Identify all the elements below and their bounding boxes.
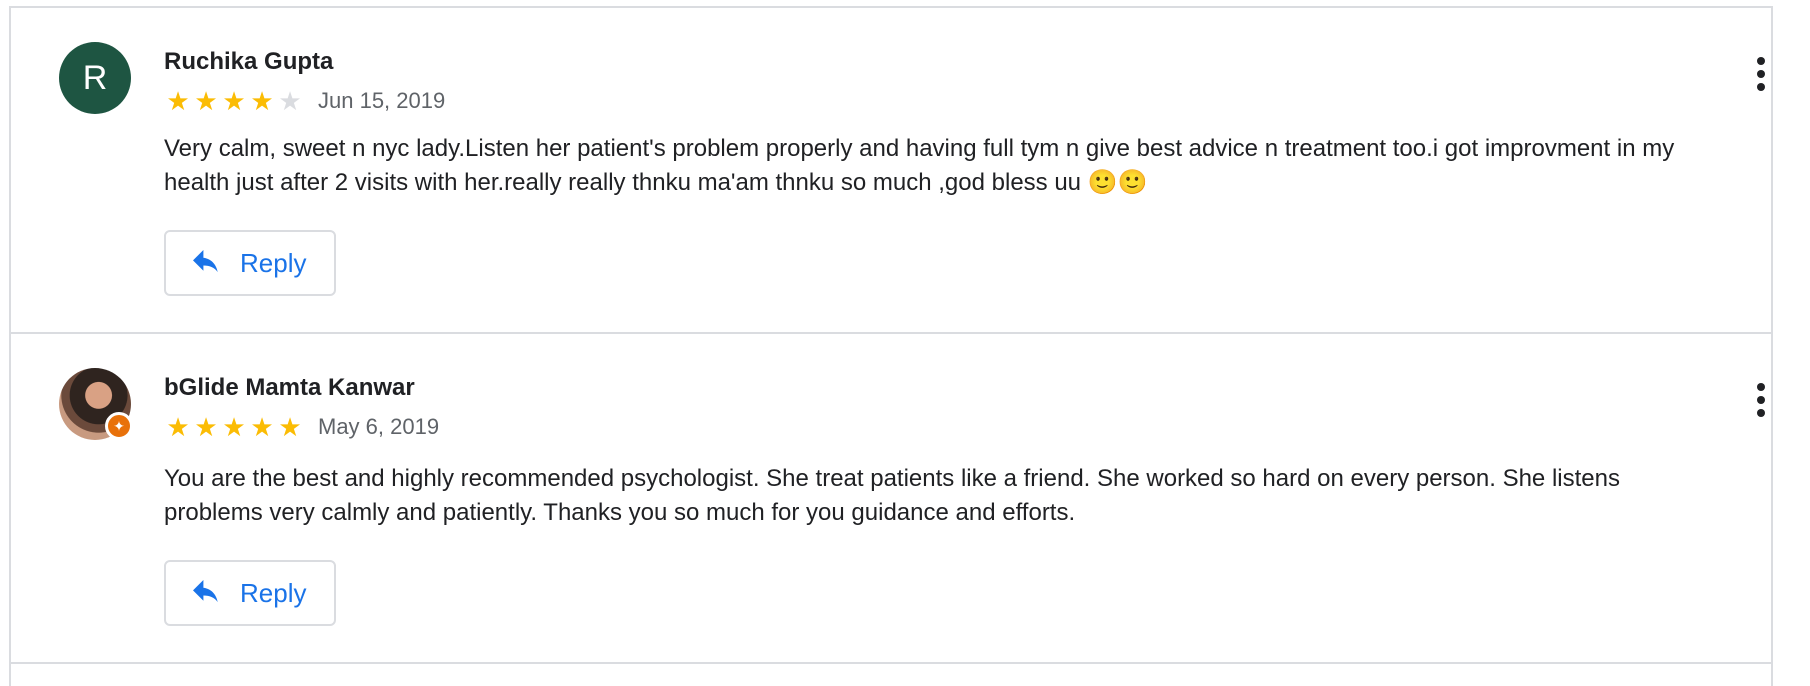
- review-date: May 6, 2019: [318, 414, 440, 439]
- reply-label: Reply: [240, 247, 307, 278]
- reply-button[interactable]: Reply: [164, 230, 336, 296]
- rating-row: ★ ★ ★ ★ ★ May 6, 2019: [164, 412, 439, 442]
- star-filled-icon: ★: [222, 412, 246, 442]
- reply-button[interactable]: Reply: [164, 560, 336, 626]
- more-vert-icon[interactable]: [1743, 374, 1779, 426]
- star-filled-icon: ★: [166, 412, 190, 442]
- star-filled-icon: ★: [250, 86, 274, 116]
- review-author[interactable]: Ruchika Gupta: [164, 48, 333, 76]
- local-guide-badge-icon: ✦: [105, 412, 133, 440]
- reply-icon: [193, 580, 218, 603]
- review-text: Very calm, sweet n nyc lady.Listen her p…: [164, 135, 1675, 196]
- review-card: ✦ bGlide Mamta Kanwar ★ ★ ★ ★ ★ May 6, 2…: [11, 334, 1771, 664]
- more-vert-icon[interactable]: [1743, 48, 1779, 100]
- star-filled-icon: ★: [278, 412, 302, 442]
- avatar[interactable]: R: [59, 42, 131, 114]
- reviews-panel: R Ruchika Gupta ★ ★ ★ ★ ★ Jun 15, 2019 V…: [9, 6, 1773, 686]
- star-filled-icon: ★: [166, 86, 190, 116]
- review-date: Jun 15, 2019: [318, 88, 446, 113]
- review-card: R Ruchika Gupta ★ ★ ★ ★ ★ Jun 15, 2019 V…: [11, 8, 1771, 334]
- reply-label: Reply: [240, 577, 307, 608]
- star-filled-icon: ★: [194, 86, 218, 116]
- star-filled-icon: ★: [194, 412, 218, 442]
- reply-icon: [193, 250, 218, 273]
- star-empty-icon: ★: [278, 86, 302, 116]
- star-filled-icon: ★: [222, 86, 246, 116]
- rating-row: ★ ★ ★ ★ ★ Jun 15, 2019: [164, 86, 445, 116]
- review-text: You are the best and highly recommended …: [164, 465, 1620, 526]
- star-filled-icon: ★: [250, 412, 274, 442]
- review-author[interactable]: bGlide Mamta Kanwar: [164, 374, 415, 402]
